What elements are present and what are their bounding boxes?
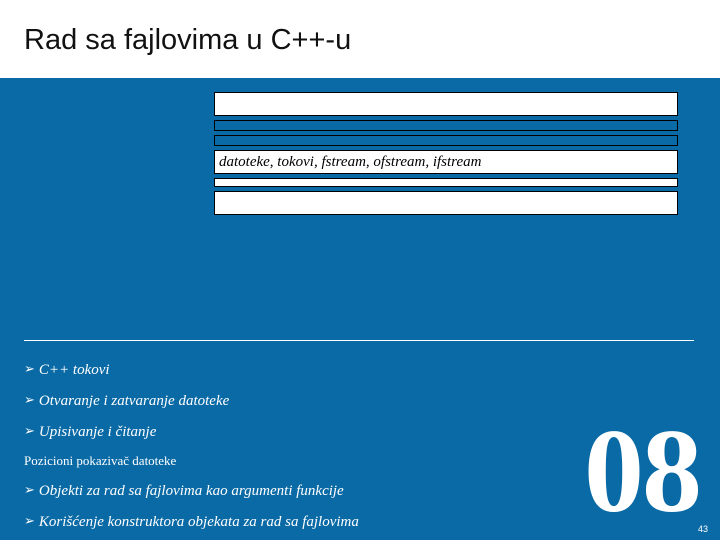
horizontal-divider: [24, 340, 694, 341]
list-item: ➢ C++ tokovi: [24, 360, 700, 381]
page-number: 43: [698, 524, 708, 534]
box-blank-bottom: [214, 191, 678, 215]
bullet-text: Upisivanje i čitanje: [39, 422, 156, 443]
title-bar: Rad sa fajlovima u C++-u: [0, 0, 720, 78]
bullet-text: Objekti za rad sa fajlovima kao argument…: [39, 481, 344, 502]
chapter-number: 08: [584, 420, 700, 522]
keywords-text: datoteke, tokovi, fstream, ofstream, ifs…: [219, 154, 481, 171]
bullet-marker-icon: ➢: [24, 391, 35, 409]
bullet-marker-icon: ➢: [24, 360, 35, 378]
bullet-marker-icon: ➢: [24, 512, 35, 530]
bullet-marker-icon: ➢: [24, 481, 35, 499]
bullet-text: C++ tokovi: [39, 360, 110, 381]
slide-title: Rad sa fajlovima u C++-u: [24, 24, 720, 57]
bullet-marker-icon: ➢: [24, 422, 35, 440]
keyword-box-stack: datoteke, tokovi, fstream, ofstream, ifs…: [214, 92, 678, 219]
box-blank-top: [214, 92, 678, 116]
box-keywords: datoteke, tokovi, fstream, ofstream, ifs…: [214, 150, 678, 174]
box-accent-2: [214, 135, 678, 146]
box-thin-1: [214, 178, 678, 187]
bullet-marker-icon: Pozicioni pokazivač datoteke: [24, 452, 176, 470]
bullet-text: Korišćenje konstruktora objekata za rad …: [39, 512, 359, 533]
bullet-text: Otvaranje i zatvaranje datoteke: [39, 391, 229, 412]
slide: Rad sa fajlovima u C++-u datoteke, tokov…: [0, 0, 720, 540]
box-accent-1: [214, 120, 678, 131]
